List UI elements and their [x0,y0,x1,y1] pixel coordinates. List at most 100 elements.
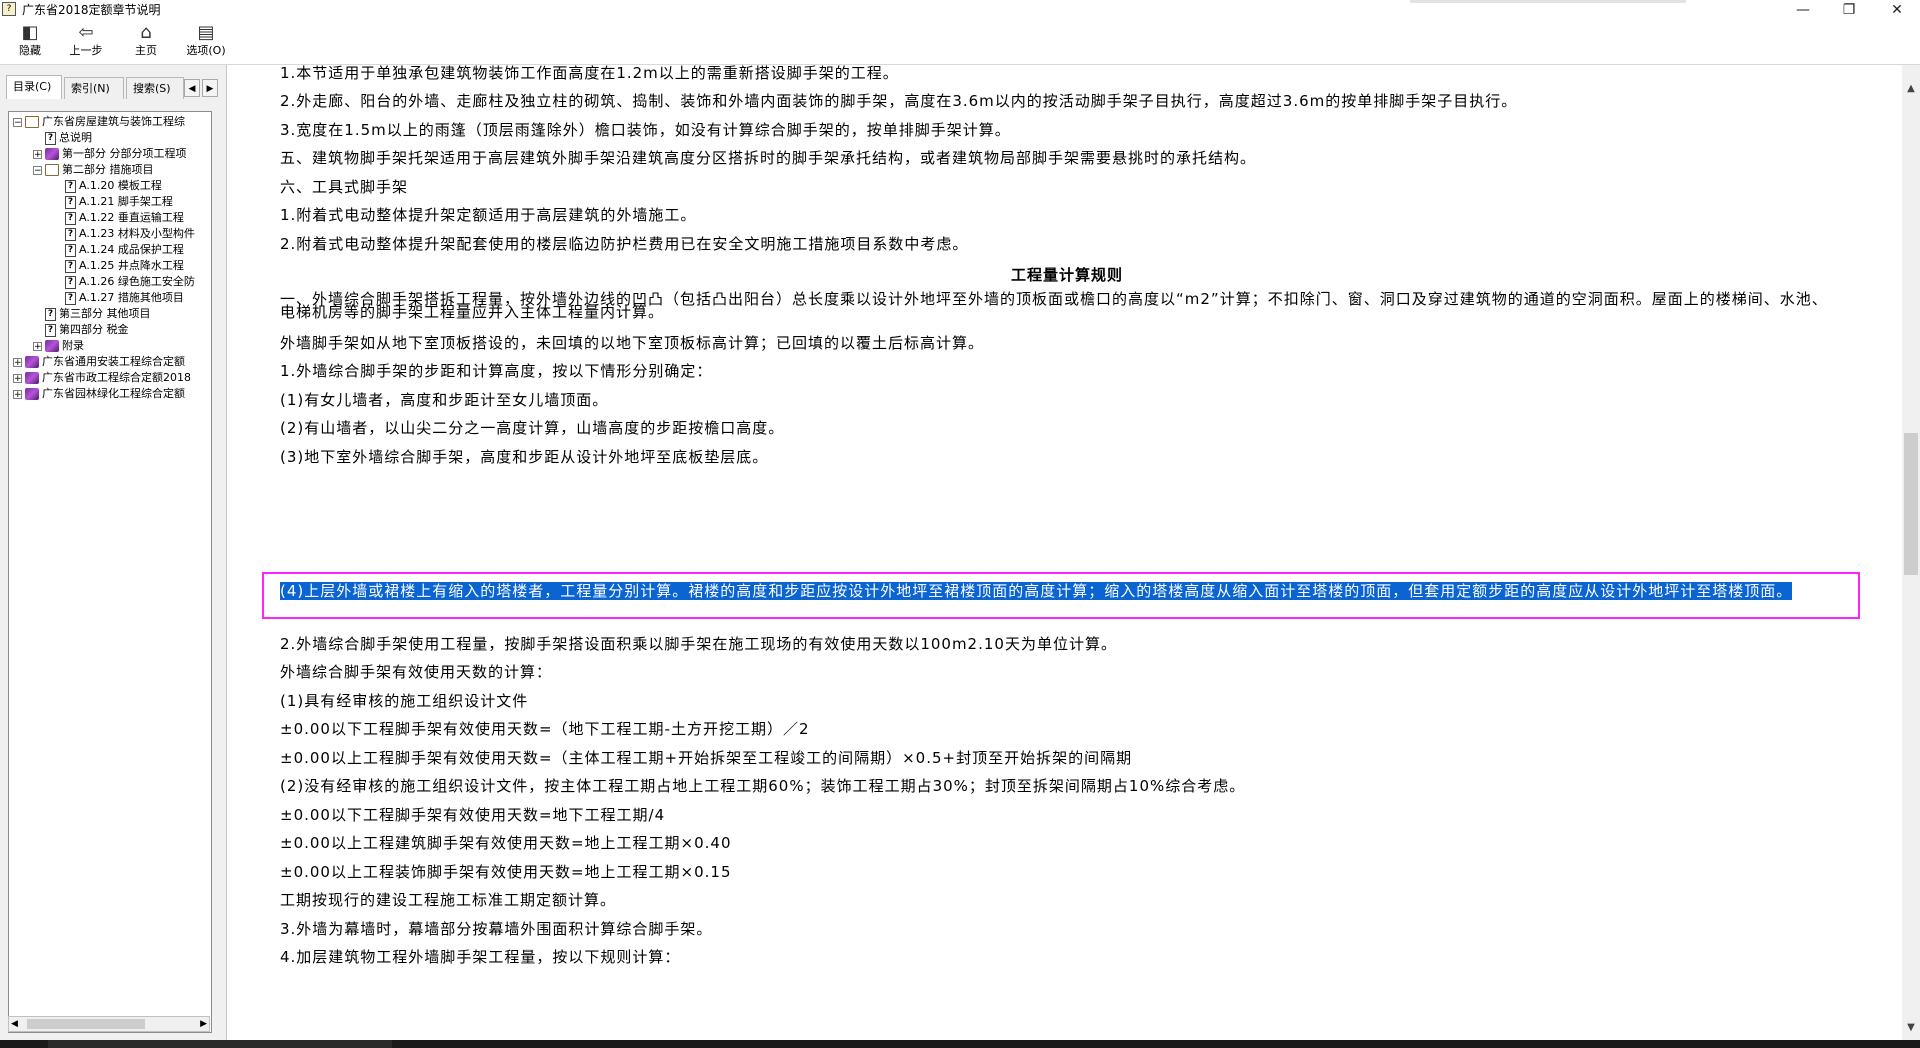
selected-paragraph[interactable]: (4)上层外墙或裙楼上有缩入的塔楼者，工程量分别计算。裙楼的高度和步距应按设计外… [280,582,1840,600]
expand-icon[interactable]: + [13,357,22,367]
scroll-left-icon[interactable]: ◀ [11,1017,18,1031]
scrollbar-thumb[interactable] [27,1019,145,1029]
paragraph: 1.附着式电动整体提升架定额适用于高层建筑的外墙施工。 [280,206,697,224]
expand-icon[interactable]: + [33,149,42,159]
book-icon [25,356,39,368]
tree-item-label: 广东省市政工程综合定额2018 [42,371,191,384]
help-page-icon: ? [45,323,56,337]
navigation-pane: 目录(C) 索引(N) 搜索(S) ◀ ▶ − 广东省房屋建筑与装饰工程综? 总说明… [0,65,227,1040]
scroll-down-icon[interactable]: ▼ [1902,1020,1920,1036]
paragraph: 3.宽度在1.5m以上的雨篷（顶层雨篷除外）檐口装饰，如没有计算综合脚手架的，按… [280,121,1011,139]
tree-item[interactable]: + 附录 [33,338,84,354]
tree-item-label: A.1.27 措施其他项目 [79,291,184,304]
expand-icon[interactable]: + [33,341,42,351]
book-icon [45,148,59,160]
tree-item[interactable]: − 广东省房屋建筑与装饰工程综 [13,114,185,130]
tree-item[interactable]: ? 总说明 [45,130,92,146]
tree-horizontal-scrollbar[interactable]: ◀ ▶ [8,1016,210,1032]
home-button[interactable]: ⌂ 主页 [116,22,176,58]
tree-item-label: 第一部分 分部分项工程项 [62,147,187,160]
paragraph: ±0.00以上工程脚手架有效使用天数=（主体工程工期+开始拆架至工程竣工的间隔期… [280,749,1133,767]
help-page-icon: ? [65,275,76,289]
tree-item[interactable]: ? A.1.22 垂直运输工程 [65,210,184,226]
tree-item-label: A.1.23 材料及小型构件 [79,227,195,240]
expand-icon[interactable]: + [13,389,22,399]
paragraph: 外墙综合脚手架有效使用天数的计算： [280,663,553,681]
paragraph: 六、工具式脚手架 [280,178,409,196]
help-page-icon: ? [65,243,76,257]
tree-item-label: 广东省园林绿化工程综合定额 [42,387,185,400]
tab-scroll-left-icon[interactable]: ◀ [184,79,200,97]
tree-item[interactable]: ? A.1.25 井点降水工程 [65,258,184,274]
tree-item-label: A.1.20 模板工程 [79,179,162,192]
tree-item[interactable]: ? A.1.26 绿色施工安全防 [65,274,195,290]
title-strip [1410,0,1686,3]
tree-item[interactable]: ? A.1.21 脚手架工程 [65,194,173,210]
tree-item-label: 总说明 [59,131,92,144]
scroll-up-icon[interactable]: ▲ [1902,81,1920,97]
help-app-icon: ? [2,2,16,16]
help-page-icon: ? [45,307,56,321]
tree-item[interactable]: + 广东省园林绿化工程综合定额 [13,386,185,402]
hide-pane-icon: ◧ [21,22,39,43]
scroll-right-icon[interactable]: ▶ [200,1017,207,1031]
options-button[interactable]: ▤ 选项(O) [176,22,236,58]
paragraph: (1)具有经审核的施工组织设计文件 [280,692,529,710]
tree-item[interactable]: ? A.1.27 措施其他项目 [65,290,184,306]
tree-item-label: 第二部分 措施项目 [62,163,154,176]
help-page-icon: ? [45,131,56,145]
collapse-icon[interactable]: − [13,117,22,127]
tree-item[interactable]: ? A.1.23 材料及小型构件 [65,226,195,242]
back-label: 上一步 [69,44,103,57]
back-button[interactable]: ⇦ 上一步 [56,22,116,58]
help-page-icon: ? [65,291,76,305]
hide-button[interactable]: ◧ 隐藏 [0,22,60,58]
minimize-button[interactable]: — [1780,0,1826,20]
tree-item-label: 第三部分 其他项目 [59,307,151,320]
paragraph: ±0.00以下工程脚手架有效使用天数=地下工程工期/4 [280,806,666,824]
paragraph: 一、外墙综合脚手架搭拆工程量，按外墙外边线的凹凸（包括凸出阳台）总长度乘以设计外… [280,290,1828,321]
options-icon: ▤ [197,22,215,43]
tree-item[interactable]: ? 第四部分 税金 [45,322,129,338]
book-icon [45,340,59,352]
tab-index[interactable]: 索引(N) [64,77,124,99]
open-book-icon [25,116,39,128]
tab-contents[interactable]: 目录(C) [6,75,62,99]
nav-tabs: 目录(C) 索引(N) 搜索(S) ◀ ▶ [6,75,220,99]
tree-item[interactable]: ? A.1.20 模板工程 [65,178,162,194]
paragraph: (2)有山墙者，以山尖二分之一高度计算，山墙高度的步距按檐口高度。 [280,419,785,437]
paragraph: 2.外墙综合脚手架使用工程量，按脚手架搭设面积乘以脚手架在施工现场的有效使用天数… [280,635,1117,653]
hide-label: 隐藏 [19,44,41,57]
help-page-icon: ? [65,211,76,225]
paragraph: 3.外墙为幕墙时，幕墙部分按幕墙外围面积计算综合脚手架。 [280,920,713,938]
taskbar-segment [48,1040,392,1048]
open-book-icon [45,164,59,176]
tree-item[interactable]: + 广东省通用安装工程综合定额 [13,354,185,370]
expand-icon[interactable]: + [13,373,22,383]
tab-scroll-right-icon[interactable]: ▶ [202,79,218,97]
paragraph: 2.外走廊、阳台的外墙、走廊柱及独立柱的砌筑、捣制、装饰和外墙内面装饰的脚手架，… [280,92,1518,110]
tree-item[interactable]: − 第二部分 措施项目 [33,162,154,178]
maximize-button[interactable]: ❐ [1826,0,1872,20]
scrollbar-thumb[interactable] [1904,433,1918,575]
paragraph: ±0.00以上工程装饰脚手架有效使用天数=地上工程工期×0.15 [280,863,732,881]
tree-item-label: A.1.21 脚手架工程 [79,195,173,208]
tree-item-label: 广东省通用安装工程综合定额 [42,355,185,368]
content-vertical-scrollbar[interactable]: ▲ ▼ [1902,65,1920,1040]
options-label: 选项(O) [186,44,226,57]
tree-item[interactable]: + 第一部分 分部分项工程项 [33,146,187,162]
tab-search[interactable]: 搜索(S) [126,77,184,99]
tree-item[interactable]: ? A.1.24 成品保护工程 [65,242,184,258]
paragraph: 1.本节适用于单独承包建筑物装饰工作面高度在1.2m以上的需重新搭设脚手架的工程… [280,65,899,82]
collapse-icon[interactable]: − [33,165,42,175]
tree-item-label: A.1.24 成品保护工程 [79,243,184,256]
contents-tree[interactable]: − 广东省房屋建筑与装饰工程综? 总说明 + 第一部分 分部分项工程项 − 第二部分 措施项… [8,111,212,1033]
selected-text[interactable]: (4)上层外墙或裙楼上有缩入的塔楼者，工程量分别计算。裙楼的高度和步距应按设计外… [280,582,1793,600]
tree-item-label: 广东省房屋建筑与装饰工程综 [42,115,185,128]
tree-item-label: 附录 [62,339,84,352]
tree-item[interactable]: + 广东省市政工程综合定额2018 [13,370,191,386]
paragraph: 1.外墙综合脚手架的步距和计算高度，按以下情形分别确定： [280,362,713,380]
paragraph: (3)地下室外墙综合脚手架，高度和步距从设计外地坪至底板垫层底。 [280,448,769,466]
close-button[interactable]: ✕ [1874,0,1920,20]
tree-item[interactable]: ? 第三部分 其他项目 [45,306,151,322]
